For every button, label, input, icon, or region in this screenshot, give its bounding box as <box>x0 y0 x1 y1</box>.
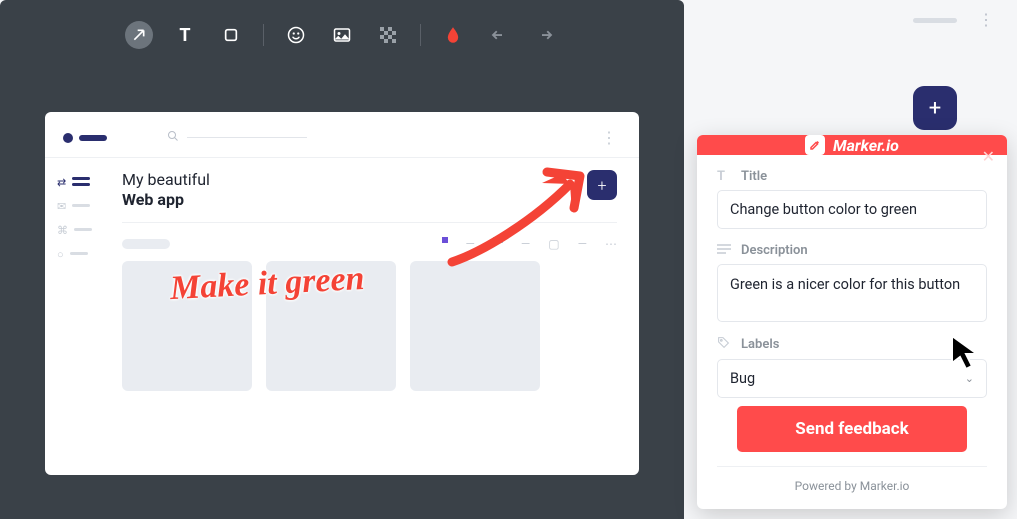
more-icon[interactable]: ⋯ <box>605 237 617 251</box>
app-logo-dot <box>63 133 73 143</box>
sub-pill <box>122 239 170 249</box>
arrow-tool-icon[interactable] <box>125 21 153 49</box>
emoji-tool-icon[interactable] <box>282 21 310 49</box>
floating-add-button[interactable]: + <box>913 86 957 130</box>
editor-toolbar: T <box>0 0 684 70</box>
sidebar-item[interactable]: ⇄ <box>57 176 88 186</box>
labels-field-icon <box>717 336 731 353</box>
undo-icon[interactable] <box>485 21 513 49</box>
sidebar-icon: ✉ <box>57 200 66 210</box>
panel-footer: Powered by Marker.io <box>717 466 987 505</box>
title-field-icon: T <box>717 169 731 184</box>
redo-icon[interactable] <box>531 21 559 49</box>
labels-value: Bug <box>730 370 755 387</box>
rect-tool-icon[interactable] <box>217 21 245 49</box>
search-icon <box>167 130 179 146</box>
sidebar-item[interactable]: ○ <box>57 248 88 258</box>
marker-logo-icon <box>805 135 825 155</box>
close-icon[interactable]: ✕ <box>982 147 995 166</box>
description-field-icon <box>717 243 731 258</box>
description-input[interactable]: Green is a nicer color for this button <box>717 264 987 322</box>
sidebar-icon: ○ <box>57 248 64 258</box>
sidebar-icon: ⌘ <box>57 224 68 234</box>
content-card[interactable] <box>410 261 540 391</box>
content-card[interactable] <box>122 261 252 391</box>
sidebar-item[interactable]: ⌘ <box>57 224 88 234</box>
panel-brand-name: Marker.io <box>833 136 899 155</box>
feedback-panel: Marker.io ✕ T Title Description Green is… <box>697 135 1007 509</box>
text-tool-icon[interactable]: T <box>171 21 199 49</box>
calendar-icon: ▢ <box>548 237 559 251</box>
send-feedback-button[interactable]: Send feedback <box>737 406 967 452</box>
color-tool-icon[interactable] <box>439 21 467 49</box>
page-title-line2: Web app <box>122 190 184 209</box>
app-search[interactable] <box>167 130 597 146</box>
labels-select[interactable]: Bug ⌄ <box>717 359 987 398</box>
labels-label: Labels <box>741 337 779 352</box>
sidebar-icon: ⇄ <box>57 176 66 186</box>
description-label: Description <box>741 243 808 258</box>
tag-dot <box>442 237 448 243</box>
title-label: Title <box>741 169 767 184</box>
app-main: My beautiful Web app + — — ▢ <box>100 158 639 403</box>
app-header: ⋮ <box>45 124 639 158</box>
app-logo-bar <box>79 135 107 141</box>
screenshot-editor: T <box>0 0 684 519</box>
add-button[interactable]: + <box>587 170 617 200</box>
kebab-menu-icon[interactable]: ⋮ <box>597 128 621 147</box>
toolbar-divider <box>420 24 421 46</box>
panel-header: Marker.io ✕ <box>697 135 1007 155</box>
app-sidebar: ⇄ ✉ ⌘ ○ <box>45 158 100 403</box>
plus-icon: + <box>597 176 606 195</box>
title-input[interactable] <box>717 190 987 229</box>
send-feedback-label: Send feedback <box>795 419 908 439</box>
blur-tool-icon[interactable] <box>374 21 402 49</box>
sidebar-item[interactable]: ✉ <box>57 200 88 210</box>
chevron-down-icon: ⌄ <box>965 372 974 385</box>
content-card[interactable] <box>266 261 396 391</box>
background-drag-handle <box>913 18 957 23</box>
image-tool-icon[interactable] <box>328 21 356 49</box>
page-title-line1: My beautiful <box>122 170 210 189</box>
plus-icon: + <box>929 96 941 121</box>
toolbar-divider <box>263 24 264 46</box>
kebab-menu-icon[interactable]: ⋮ <box>975 8 997 30</box>
tag-dot <box>493 237 503 243</box>
search-placeholder-line <box>187 137 307 138</box>
app-mock-canvas: ⋮ ⇄ ✉ ⌘ ○ <box>45 112 639 475</box>
page-title: My beautiful Web app <box>122 170 210 210</box>
